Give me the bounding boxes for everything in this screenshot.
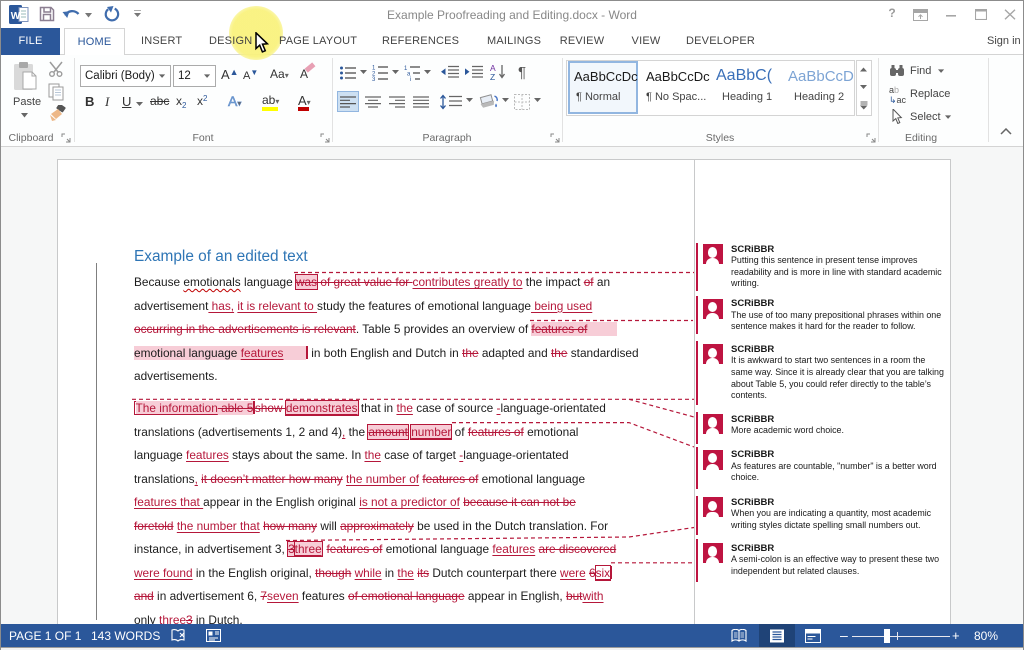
svg-text:W: W xyxy=(11,11,21,22)
svg-text:3: 3 xyxy=(372,77,376,81)
svg-text:Z: Z xyxy=(490,72,495,81)
svg-text:i: i xyxy=(410,77,411,81)
